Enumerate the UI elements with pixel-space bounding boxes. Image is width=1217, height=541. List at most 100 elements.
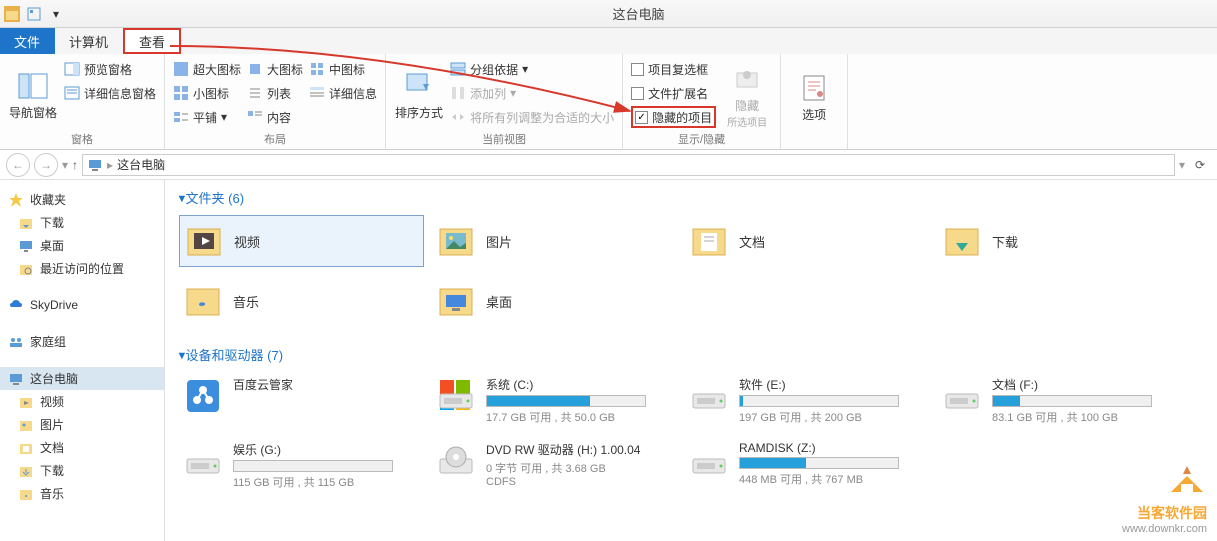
group-layout: 超大图标 小图标 平铺 ▾ 大图标 列表 内容 中图标 详细信息 布局: [165, 54, 386, 149]
watermark-logo: [1167, 462, 1207, 498]
folder-name: 文档: [739, 232, 765, 251]
drive-icon: [183, 376, 223, 416]
device-stats: 17.7 GB 可用 , 共 50.0 GB: [486, 409, 673, 425]
section-devices[interactable]: 设备和驱动器 (7): [179, 345, 1203, 364]
autosize-columns-button: 将所有列调整为合适的大小: [450, 106, 614, 128]
details-pane-button[interactable]: 详细信息窗格: [64, 82, 156, 104]
layout-details[interactable]: 详细信息: [309, 82, 377, 104]
section-folders[interactable]: 文件夹 (6): [179, 188, 1203, 207]
sidebar-downloads2[interactable]: 下载: [0, 459, 164, 482]
group-by-button[interactable]: 分组依据 ▾: [450, 58, 614, 80]
layout-tiles[interactable]: 平铺 ▾: [173, 106, 241, 128]
group-panes-title: 窗格: [8, 129, 156, 149]
window-title: 这台电脑: [64, 4, 1213, 23]
device-item[interactable]: DVD RW 驱动器 (H:) 1.00.04 0 字节 可用 , 共 3.68…: [432, 437, 677, 494]
device-item[interactable]: RAMDISK (Z:) 448 MB 可用 , 共 767 MB: [685, 437, 930, 494]
group-current-view-title: 当前视图: [394, 129, 614, 149]
sidebar-item-downloads[interactable]: 下载: [0, 211, 164, 234]
group-panes: 导航窗格 预览窗格 详细信息窗格 窗格: [0, 54, 165, 149]
sidebar-pictures[interactable]: 图片: [0, 413, 164, 436]
group-options: 选项: [781, 54, 848, 149]
sidebar: 收藏夹 下载 桌面 最近访问的位置 SkyDrive 家庭组 这台电脑 视频 图…: [0, 180, 165, 541]
sidebar-item-recent[interactable]: 最近访问的位置: [0, 257, 164, 280]
folder-name: 视频: [234, 232, 260, 251]
drive-icon: [436, 441, 476, 481]
folder-item[interactable]: 音乐: [179, 275, 424, 327]
preview-pane-button[interactable]: 预览窗格: [64, 58, 156, 80]
device-stats: 115 GB 可用 , 共 115 GB: [233, 474, 420, 490]
sidebar-homegroup[interactable]: 家庭组: [0, 330, 164, 353]
pc-icon: [87, 157, 103, 173]
layout-small[interactable]: 小图标: [173, 82, 241, 104]
checkbox-extensions[interactable]: 文件扩展名: [631, 82, 716, 104]
titlebar: ▾ 这台电脑: [0, 0, 1217, 28]
layout-extra-large[interactable]: 超大图标: [173, 58, 241, 80]
layout-content[interactable]: 内容: [247, 106, 303, 128]
device-item[interactable]: 文档 (F:) 83.1 GB 可用 , 共 100 GB: [938, 372, 1183, 429]
folder-icon: [183, 281, 223, 321]
watermark: 当客软件园 www.downkr.com: [1122, 462, 1207, 535]
tab-computer[interactable]: 计算机: [55, 28, 123, 54]
capacity-bar: [739, 457, 899, 469]
checkbox-icon: [631, 63, 644, 76]
device-item[interactable]: 系统 (C:) 17.7 GB 可用 , 共 50.0 GB: [432, 372, 677, 429]
forward-button[interactable]: →: [34, 153, 58, 177]
layout-medium[interactable]: 中图标: [309, 58, 377, 80]
checkbox-hidden-items[interactable]: 隐藏的项目: [631, 106, 716, 128]
sidebar-videos[interactable]: 视频: [0, 390, 164, 413]
device-name: RAMDISK (Z:): [739, 441, 926, 455]
device-name: 系统 (C:): [486, 376, 673, 393]
nav-pane-button[interactable]: 导航窗格: [8, 58, 58, 129]
back-button[interactable]: ←: [6, 153, 30, 177]
properties-icon[interactable]: [26, 6, 42, 22]
folder-item[interactable]: 下载: [938, 215, 1183, 267]
checkbox-icon: [631, 87, 644, 100]
up-button[interactable]: ↑: [72, 158, 78, 172]
sidebar-documents[interactable]: 文档: [0, 436, 164, 459]
checkbox-item-checkboxes[interactable]: 项目复选框: [631, 58, 716, 80]
address-dropdown[interactable]: ▾: [1179, 158, 1185, 172]
folder-item[interactable]: 文档: [685, 215, 930, 267]
drive-icon: [183, 441, 223, 481]
folder-icon: [184, 221, 224, 261]
tab-file[interactable]: 文件: [0, 28, 55, 54]
sidebar-this-pc[interactable]: 这台电脑: [0, 367, 164, 390]
device-item[interactable]: 软件 (E:) 197 GB 可用 , 共 200 GB: [685, 372, 930, 429]
sidebar-item-desktop[interactable]: 桌面: [0, 234, 164, 257]
device-name: 软件 (E:): [739, 376, 926, 393]
folder-item[interactable]: 图片: [432, 215, 677, 267]
device-stats: 0 字节 可用 , 共 3.68 GB: [486, 460, 673, 476]
folder-item[interactable]: 桌面: [432, 275, 677, 327]
device-stats: 197 GB 可用 , 共 200 GB: [739, 409, 926, 425]
capacity-bar: [486, 395, 646, 407]
layout-list[interactable]: 列表: [247, 82, 303, 104]
drive-icon: [436, 376, 476, 416]
tab-view[interactable]: 查看: [123, 28, 181, 54]
options-button[interactable]: 选项: [789, 58, 839, 133]
folder-icon: [689, 221, 729, 261]
device-stats: 83.1 GB 可用 , 共 100 GB: [992, 409, 1179, 425]
layout-large[interactable]: 大图标: [247, 58, 303, 80]
sort-button[interactable]: 排序方式: [394, 58, 444, 129]
address-box[interactable]: ▸ 这台电脑: [82, 154, 1175, 176]
recent-dropdown[interactable]: ▾: [62, 158, 68, 172]
capacity-bar: [233, 460, 393, 472]
folder-item[interactable]: 视频: [179, 215, 424, 267]
address-bar: ← → ▾ ↑ ▸ 这台电脑 ▾ ⟳: [0, 150, 1217, 180]
ribbon: 导航窗格 预览窗格 详细信息窗格 窗格 超大图标 小图标 平铺 ▾ 大图标 列表…: [0, 54, 1217, 150]
device-item[interactable]: 娱乐 (G:) 115 GB 可用 , 共 115 GB: [179, 437, 424, 494]
dropdown-icon[interactable]: ▾: [48, 6, 64, 22]
watermark-brand: 当客软件园: [1137, 505, 1207, 521]
sidebar-skydrive[interactable]: SkyDrive: [0, 294, 164, 316]
device-name: DVD RW 驱动器 (H:) 1.00.04: [486, 441, 673, 458]
sidebar-music[interactable]: 音乐: [0, 482, 164, 505]
capacity-bar: [739, 395, 899, 407]
capacity-bar: [992, 395, 1152, 407]
app-icon: [4, 6, 20, 22]
folder-name: 下载: [992, 232, 1018, 251]
refresh-button[interactable]: ⟳: [1189, 154, 1211, 176]
folder-name: 桌面: [486, 292, 512, 311]
folder-name: 图片: [486, 232, 512, 251]
device-item[interactable]: 百度云管家: [179, 372, 424, 429]
sidebar-favorites[interactable]: 收藏夹: [0, 188, 164, 211]
